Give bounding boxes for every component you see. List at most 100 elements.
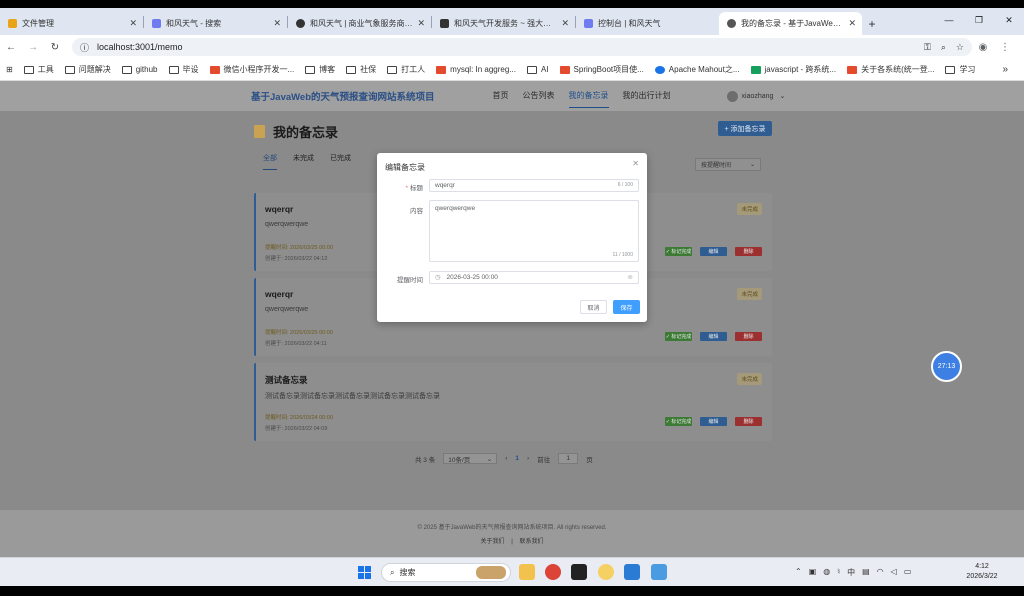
save-button[interactable]: 保存 [613,300,640,314]
tab-memo[interactable]: 我的备忘录 - 基于JavaWeb的 ✕ [719,12,862,35]
nav-home[interactable]: 首页 [493,90,509,102]
restore-icon[interactable]: ❐ [964,8,994,32]
site-info-icon[interactable]: ⓘ [80,41,89,54]
battery-icon[interactable]: ▭ [904,567,912,578]
file-explorer-icon[interactable] [519,564,535,580]
memo-content: qwerqwerqwe [265,221,309,228]
bookmarks-more-icon[interactable]: » [1002,64,1008,75]
reminder-time-picker[interactable]: ◷ 2026-03-25 00:00 ⊗ [429,271,639,284]
mark-complete-button[interactable]: ✓ 标记完成 [665,332,692,341]
wifi-icon[interactable]: ◠ [877,567,884,578]
edit-button[interactable]: 编辑 [700,332,727,341]
memo-title: 测试备忘录 [265,375,308,385]
close-window-icon[interactable]: ✕ [994,8,1024,32]
nav-travel-plan[interactable]: 我的出行计划 [623,90,671,102]
tab-file-manager[interactable]: 文件管理 ✕ [0,12,143,35]
close-icon[interactable]: ✕ [632,159,639,168]
contact-link[interactable]: 联系我们 [519,539,543,545]
floating-timer[interactable]: 27:13 [931,351,962,382]
notepad-icon[interactable] [651,564,667,580]
new-tab-button[interactable]: + [862,12,882,35]
bookmark-item[interactable]: javascript - 跨系统... [750,64,836,75]
bookmark-item[interactable]: mysql: In aggreg... [436,65,516,74]
close-icon[interactable]: ✕ [273,18,281,29]
volume-icon[interactable]: ◁ [891,567,897,578]
tab-qweather-home[interactable]: 和风天气 | 商业气象服务商, 天 ✕ [288,12,431,35]
edit-button[interactable]: 编辑 [700,247,727,256]
close-icon[interactable]: ✕ [848,18,856,29]
star-icon[interactable]: ☆ [956,42,964,53]
add-memo-button[interactable]: + 添加备忘录 [718,121,772,136]
tray-app-icon[interactable]: ▤ [862,567,870,578]
bookmark-item[interactable]: 关于各系统(统一登... [847,64,934,75]
address-bar[interactable]: ⓘ localhost:3001/memo ⚿ ⌕ ☆ [72,38,972,56]
close-icon[interactable]: ✕ [129,18,137,29]
forward-icon[interactable]: → [22,42,44,53]
filter-complete[interactable]: 已完成 [330,153,351,170]
bookmark-item[interactable]: 社保 [346,64,376,75]
tab-console[interactable]: 控制台 | 和风天气 [576,12,719,35]
nav-memo[interactable]: 我的备忘录 [568,90,609,108]
clear-icon[interactable]: ⊗ [628,272,633,283]
cancel-button[interactable]: 取消 [580,300,607,314]
page-size-select[interactable]: 10条/页 ⌄ [443,453,498,464]
apps-icon[interactable]: ⊞ [6,65,13,74]
bookmark-item[interactable]: Apache Mahout之... [654,64,740,75]
folder-icon [168,65,179,74]
bookmark-item[interactable]: AI [526,65,549,74]
key-icon[interactable]: ⚿ [924,42,931,53]
chrome-icon[interactable] [545,564,561,580]
chevron-up-icon[interactable]: ⌃ [795,567,802,578]
title-input[interactable]: wqerqr 6 / 100 [429,179,639,192]
edit-button[interactable]: 编辑 [700,417,727,426]
tray-app-icon[interactable]: ▣ [809,567,817,578]
ime-icon[interactable]: 中 [847,567,855,578]
sort-select[interactable]: 按提醒时间 ⌄ [695,158,761,171]
goto-page-input[interactable]: 1 [558,453,579,464]
minimize-icon[interactable]: — [934,8,964,32]
close-icon[interactable]: ✕ [561,18,569,29]
app-icon[interactable] [598,564,614,580]
site-logo[interactable]: 基于JavaWeb的天气预报查询网站系统项目 [251,89,435,103]
windows-start-icon[interactable] [358,566,371,579]
bookmark-item[interactable]: 问题解决 [64,64,111,75]
bookmark-item[interactable]: 打工人 [387,64,425,75]
bookmark-item[interactable]: 毕设 [168,64,199,75]
reload-icon[interactable]: ↻ [44,42,66,53]
vscode-icon[interactable] [624,564,640,580]
prev-page-icon[interactable]: ‹ [505,455,507,462]
filter-all[interactable]: 全部 [263,153,277,170]
bookmark-item[interactable]: github [121,65,158,74]
tab-qweather-dev[interactable]: 和风天气开发服务 ~ 强大、丰 ✕ [432,12,575,35]
delete-button[interactable]: 删除 [735,332,762,341]
mark-complete-button[interactable]: ✓ 标记完成 [665,247,692,256]
mark-complete-button[interactable]: ✓ 标记完成 [665,417,692,426]
back-icon[interactable]: ← [0,42,22,53]
bookmark-item[interactable]: 工具 [23,64,54,75]
tab-search[interactable]: 和风天气 - 搜索 ✕ [144,12,287,35]
user-menu[interactable]: xiaozhang ⌄ [726,90,785,102]
content-textarea[interactable]: qwerqwerqwe 11 / 1000 [429,200,639,262]
bookmark-item[interactable]: SpringBoot项目使... [559,64,644,75]
bookmark-item[interactable]: 微信小程序开发一... [209,64,294,75]
close-icon[interactable]: ✕ [417,18,425,29]
about-link[interactable]: 关于我们 [481,539,505,545]
microphone-icon[interactable]: ♮ [837,567,840,578]
profile-icon[interactable]: ◉ [972,42,994,53]
next-page-icon[interactable]: › [527,455,529,462]
menu-icon[interactable]: ⋮ [994,42,1016,53]
bookmark-item[interactable]: 博客 [305,64,335,75]
zoom-icon[interactable]: ⌕ [941,42,946,53]
filter-incomplete[interactable]: 未完成 [293,153,314,170]
taskbar-search[interactable]: ⌕ 搜索 [381,563,511,582]
chevron-down-icon: ⌄ [749,162,755,168]
taskbar-clock[interactable]: 4:12 2026/3/22 [962,562,1002,582]
bookmark-item[interactable]: 学习 [945,64,975,75]
nav-announcements[interactable]: 公告列表 [523,90,555,102]
delete-button[interactable]: 删除 [735,417,762,426]
intellij-icon[interactable] [571,564,587,580]
wechat-icon[interactable]: ◍ [823,567,830,578]
page-number[interactable]: 1 [515,455,519,462]
delete-button[interactable]: 删除 [735,247,762,256]
folder-icon [305,65,316,74]
